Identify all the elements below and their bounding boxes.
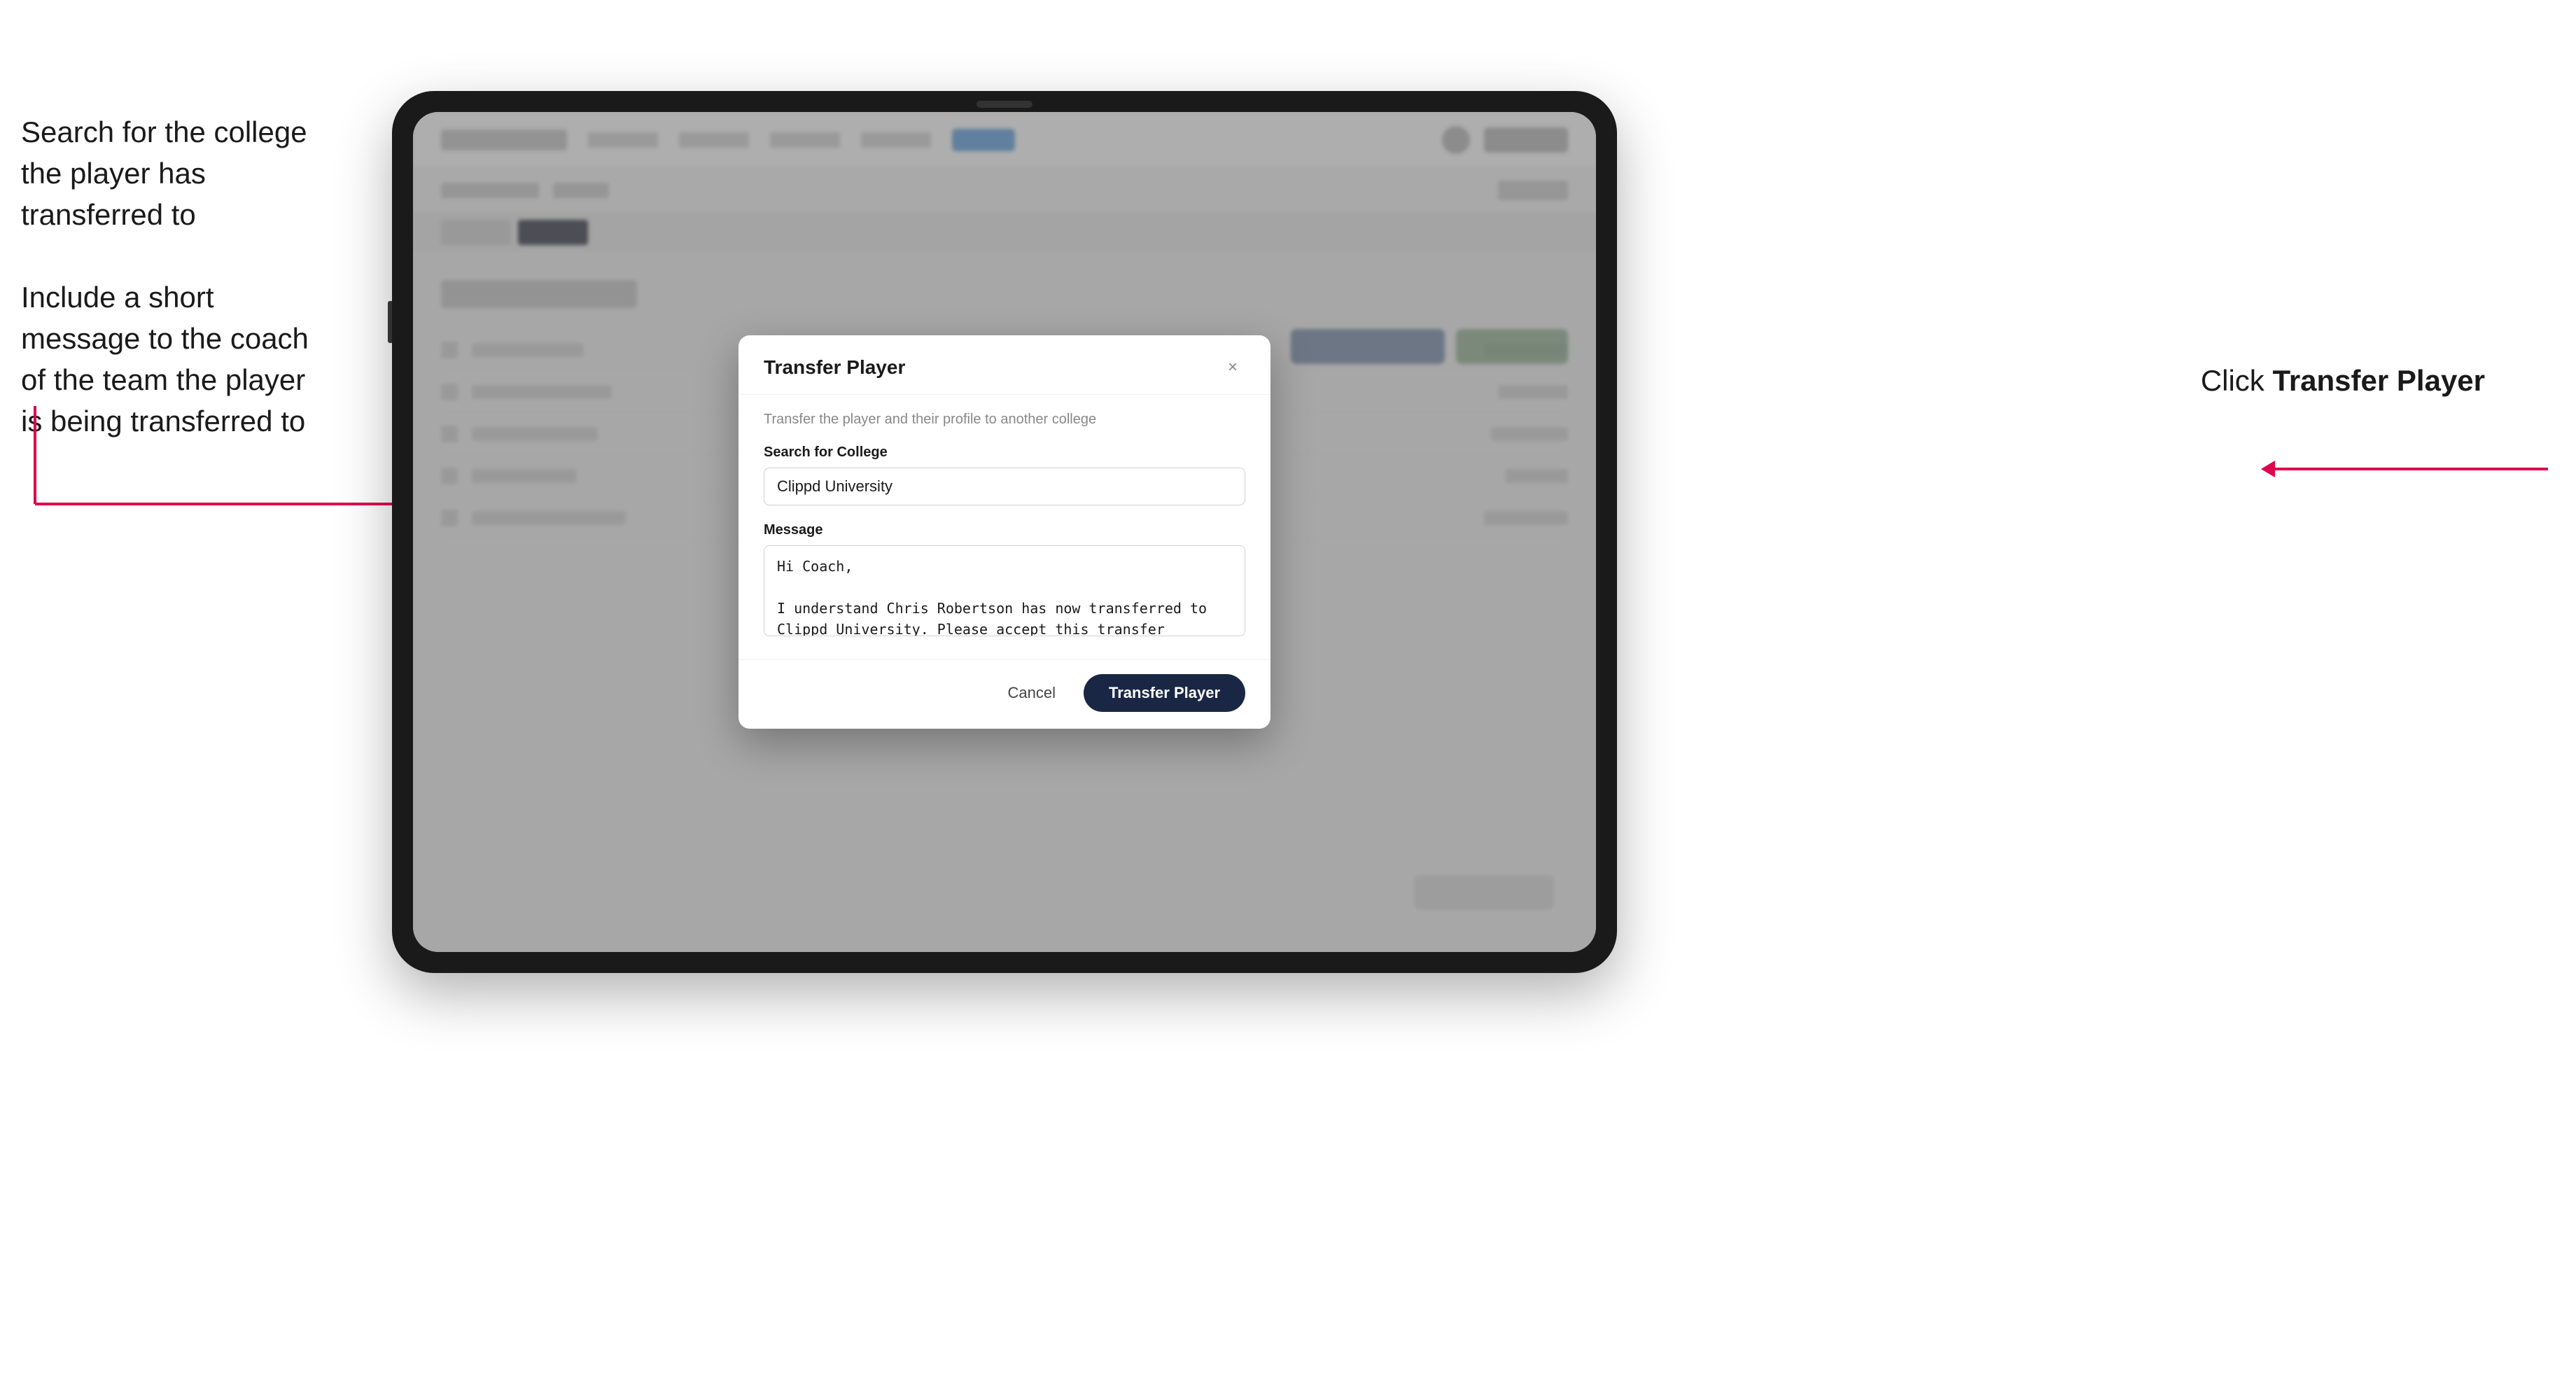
modal-footer: Cancel Transfer Player: [738, 659, 1270, 729]
modal-overlay: Transfer Player × Transfer the player an…: [413, 112, 1596, 952]
modal-close-button[interactable]: ×: [1220, 355, 1245, 380]
modal-title: Transfer Player: [764, 356, 905, 379]
tablet-frame: Transfer Player × Transfer the player an…: [392, 91, 1617, 973]
annotation-transfer-player-text: Transfer Player: [2272, 364, 2485, 397]
transfer-player-button[interactable]: Transfer Player: [1084, 674, 1245, 712]
modal-description: Transfer the player and their profile to…: [764, 412, 1245, 428]
message-label: Message: [764, 522, 1245, 538]
tablet-camera: [976, 101, 1032, 108]
tablet-button: [388, 301, 392, 343]
cancel-button[interactable]: Cancel: [994, 677, 1070, 709]
college-label: Search for College: [764, 444, 1245, 461]
modal-header: Transfer Player ×: [738, 335, 1270, 395]
annotation-search-text: Search for the college the player has tr…: [21, 112, 322, 235]
message-textarea[interactable]: Hi Coach, I understand Chris Robertson h…: [764, 545, 1245, 636]
college-search-input[interactable]: [764, 468, 1245, 505]
tablet-screen: Transfer Player × Transfer the player an…: [413, 112, 1596, 952]
annotation-right: Click Transfer Player: [2201, 364, 2485, 398]
modal-body: Transfer the player and their profile to…: [738, 395, 1270, 659]
annotation-click-prefix: Click: [2201, 364, 2273, 397]
arrow-right-annotation: [2226, 434, 2576, 504]
transfer-player-modal: Transfer Player × Transfer the player an…: [738, 335, 1270, 729]
